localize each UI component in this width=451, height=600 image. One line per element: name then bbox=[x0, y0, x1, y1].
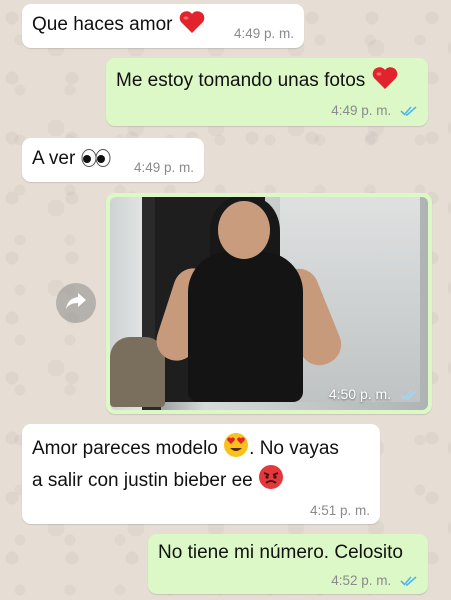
message-time: 4:51 p. m. bbox=[309, 503, 370, 518]
message-text: Que haces amor bbox=[32, 14, 173, 35]
eyes-icon bbox=[81, 148, 111, 178]
message-time: 4:49 p. m. bbox=[233, 26, 294, 41]
forward-button[interactable] bbox=[56, 283, 96, 323]
message-text-line1-rest: . No vayas bbox=[249, 438, 339, 459]
message-text: A ver bbox=[32, 148, 76, 169]
message-time: 4:49 p. m. bbox=[331, 103, 392, 118]
incoming-message[interactable]: A ver 4:49 p. m. bbox=[22, 138, 204, 182]
message-time: 4:52 p. m. bbox=[331, 573, 392, 588]
message-time: 4:50 p. m. bbox=[328, 386, 392, 402]
photo-face bbox=[218, 201, 270, 259]
incoming-message[interactable]: Amor pareces modelo . No vayas a salir c… bbox=[22, 424, 380, 524]
message-text-line2: a salir con justin bieber ee bbox=[32, 470, 253, 491]
red-heart-icon bbox=[178, 10, 206, 44]
outgoing-photo-message[interactable]: 4:50 p. m. bbox=[106, 193, 432, 414]
red-heart-icon bbox=[371, 66, 399, 100]
message-time: 4:49 p. m. bbox=[133, 160, 194, 175]
photo-image[interactable]: 4:50 p. m. bbox=[110, 197, 428, 410]
incoming-message[interactable]: Que haces amor 4:49 p. m. bbox=[22, 4, 304, 48]
double-check-icon bbox=[400, 388, 418, 404]
outgoing-message[interactable]: Me estoy tomando unas fotos 4:49 p. m. bbox=[106, 58, 428, 126]
message-text-line1: Amor pareces modelo bbox=[32, 438, 218, 459]
outgoing-message[interactable]: No tiene mi número. Celosito 4:52 p. m. bbox=[148, 534, 428, 594]
photo-body bbox=[188, 252, 303, 402]
double-check-icon bbox=[400, 575, 418, 590]
heart-eyes-icon bbox=[223, 432, 249, 468]
angry-face-icon bbox=[258, 464, 284, 500]
double-check-icon bbox=[400, 105, 418, 120]
forward-arrow-icon bbox=[65, 292, 87, 315]
message-text: Me estoy tomando unas fotos bbox=[116, 70, 366, 91]
message-text: No tiene mi número. Celosito bbox=[158, 542, 403, 563]
